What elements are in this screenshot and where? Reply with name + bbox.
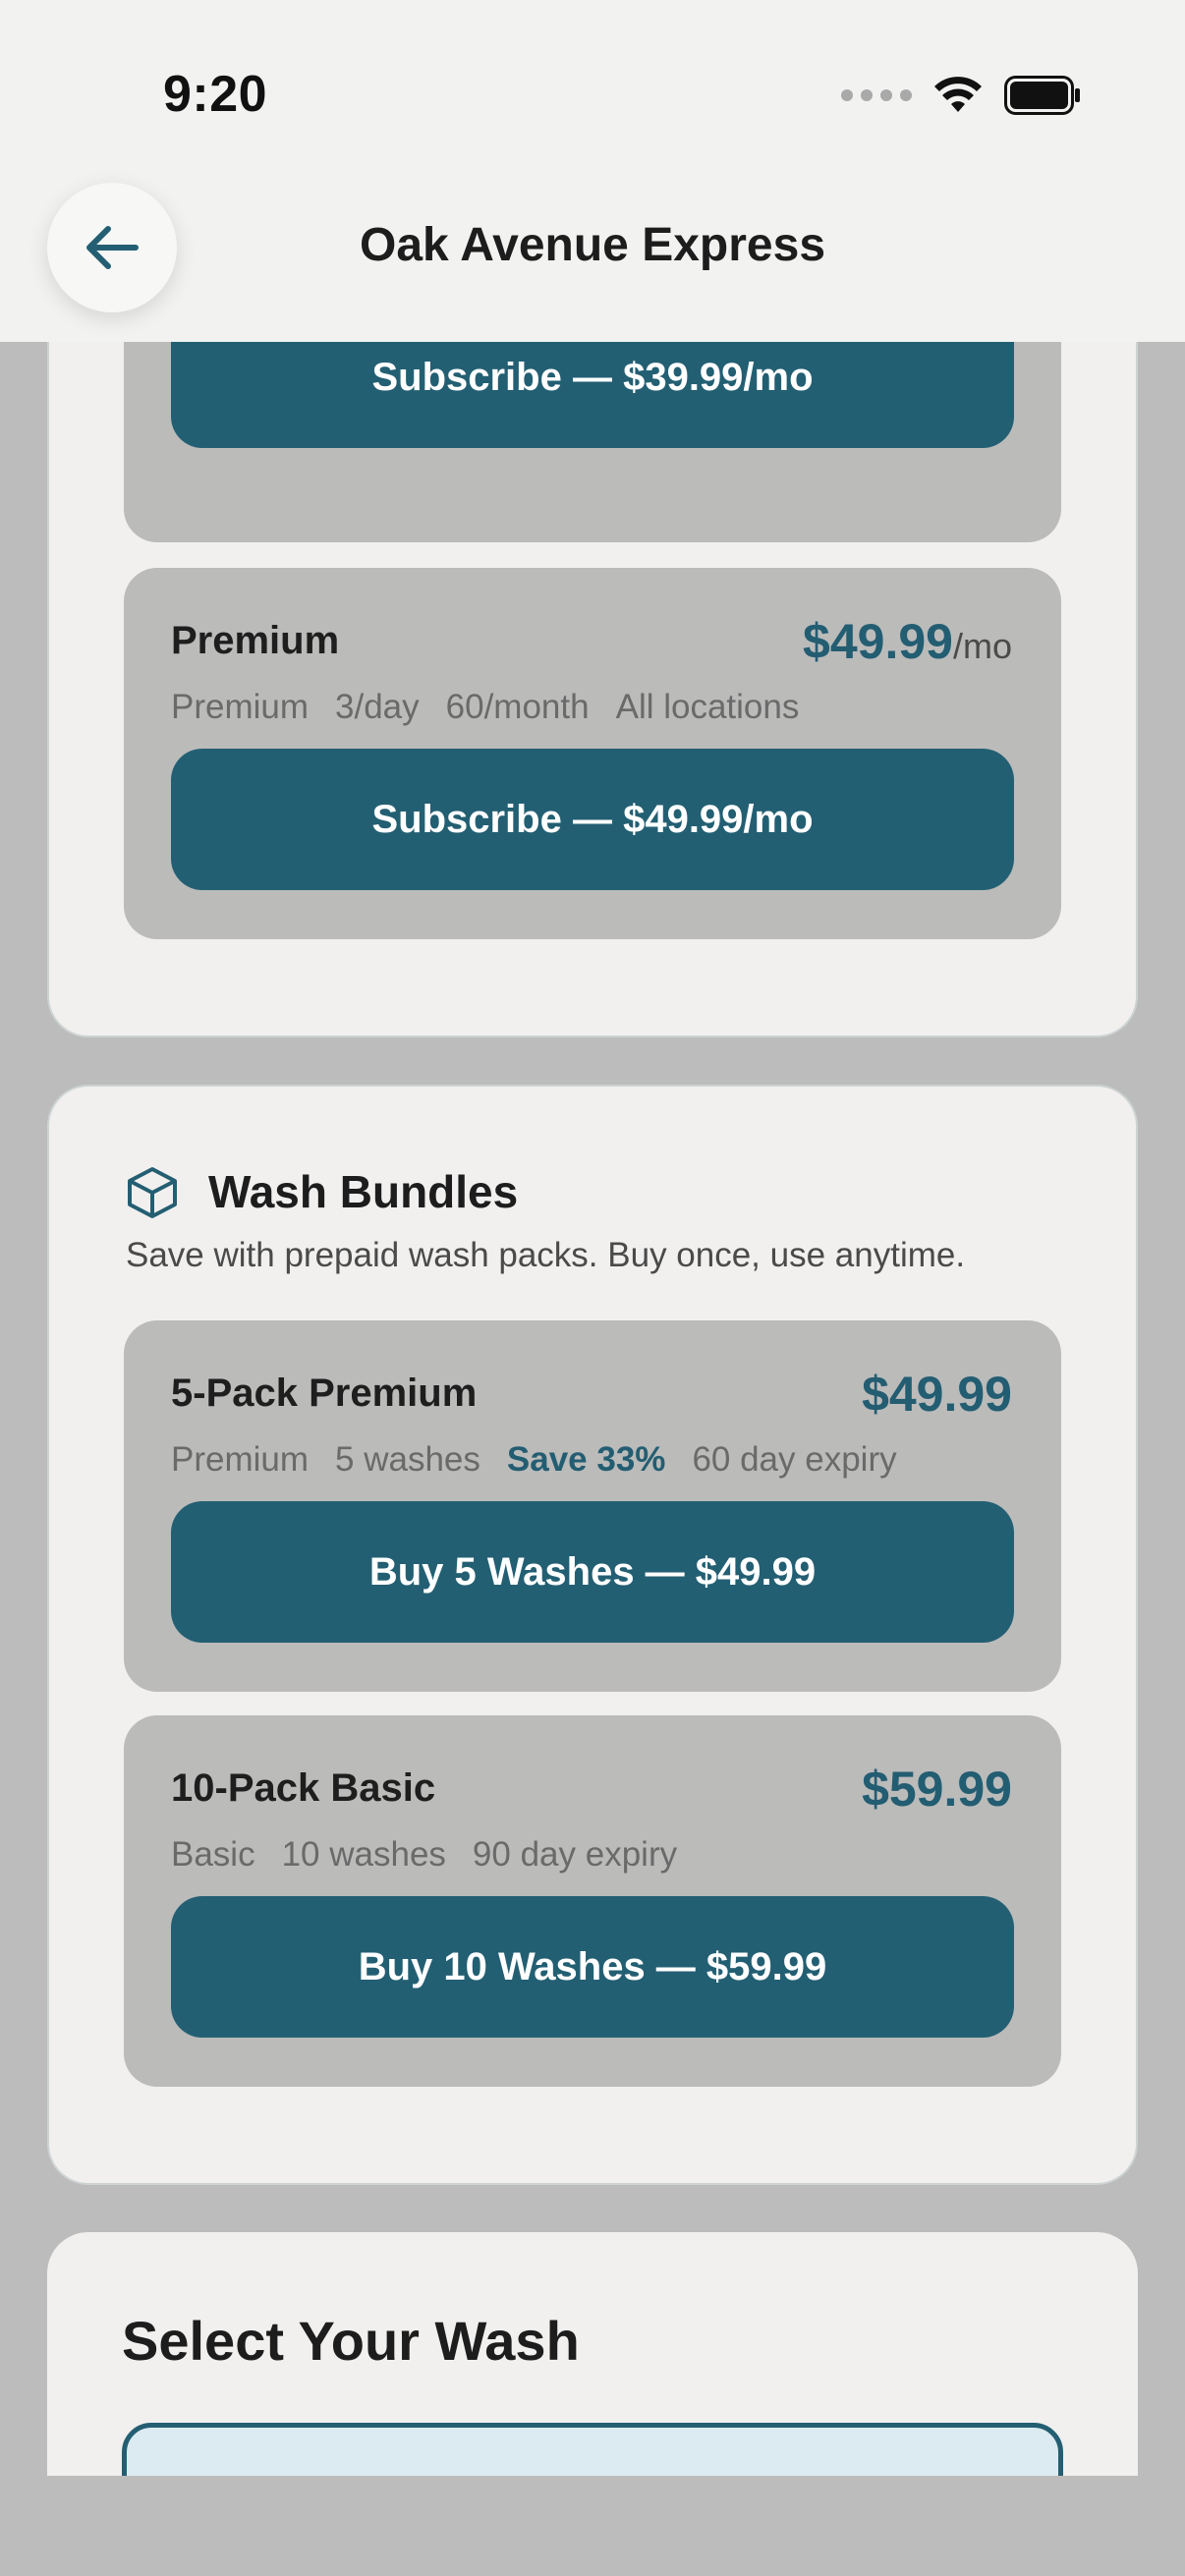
wash-bundles-card: Wash Bundles Save with prepaid wash pack… [47,1085,1138,2185]
subscription-plans-card: Subscribe — $39.99/mo Premium $49.99/mo … [47,208,1138,1037]
bundle-tag: Premium [171,1440,310,1479]
buy-5-washes-button[interactable]: Buy 5 Washes — $49.99 [171,1501,1014,1643]
premium-plan-item: Premium $49.99/mo Premium 3/day 60/month… [124,568,1061,939]
cellular-signal-icon [841,89,912,101]
status-time: 9:20 [163,66,268,123]
plan-tag: 60/month [445,688,590,726]
battery-icon [1004,76,1080,115]
bundle-tag: Basic [171,1835,255,1874]
plan-tag: All locations [615,688,800,726]
wifi-icon [934,77,982,112]
bundle-tag: 10 washes [281,1835,446,1874]
bundle-tag: 60 day expiry [692,1440,897,1479]
buy-10-washes-button[interactable]: Buy 10 Washes — $59.99 [171,1896,1014,2038]
page-title: Oak Avenue Express [359,219,826,271]
bundle-name: 5-Pack Premium [171,1372,478,1415]
bundle-tag: 5 washes [335,1440,480,1479]
bundle-item: 10-Pack Basic $59.99 Basic 10 washes 90 … [124,1715,1061,2087]
bundle-name: 10-Pack Basic [171,1766,436,1810]
bundle-price: $59.99 [862,1762,1012,1817]
bundle-item: 5-Pack Premium $49.99 Premium 5 washes S… [124,1320,1061,1692]
plan-tag: 3/day [335,688,420,726]
plan-tag: Premium [171,688,310,726]
bundle-price: $49.99 [862,1367,1012,1422]
app-header: 9:20 Oak Avenue Express [0,0,1185,342]
bundle-tag: 90 day expiry [472,1835,678,1874]
bundle-tags: Premium 5 washes Save 33% 60 day expiry [171,1440,897,1480]
select-wash-title: Select Your Wash [122,2310,580,2372]
box-icon [128,1167,177,1218]
bottom-safe-area [0,2476,1185,2576]
savings-badge: Save 33% [506,1440,666,1479]
subscribe-premium-button[interactable]: Subscribe — $49.99/mo [171,749,1014,890]
bundles-description: Save with prepaid wash packs. Buy once, … [126,1236,966,1274]
bundles-title: Wash Bundles [208,1166,519,1217]
plan-name: Premium [171,619,340,662]
plan-price: $49.99/mo [803,614,1012,669]
status-icons [841,71,1081,120]
plan-tags: Premium 3/day 60/month All locations [171,688,799,727]
bundle-tags: Basic 10 washes 90 day expiry [171,1835,677,1875]
